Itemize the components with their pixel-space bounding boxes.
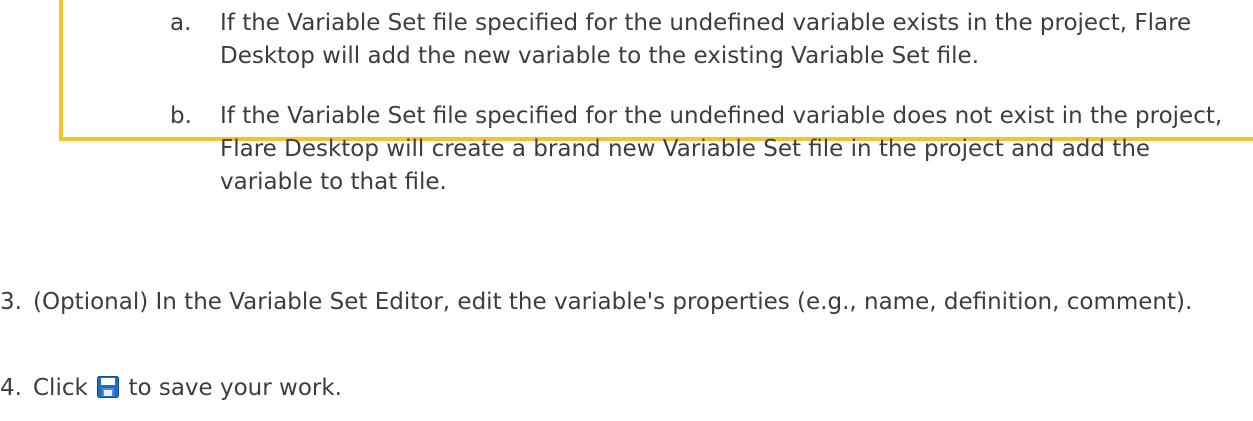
- substep-text: If the Variable Set file specified for t…: [220, 103, 1223, 195]
- step-marker: 3.: [0, 289, 22, 315]
- substep-a: a. If the Variable Set file specified fo…: [170, 7, 1245, 73]
- step-text-before-icon: Click: [33, 375, 88, 401]
- substep-marker: b.: [170, 103, 192, 129]
- step-text: (Optional) In the Variable Set Editor, e…: [33, 289, 1193, 315]
- step-marker: 4.: [0, 375, 22, 401]
- save-icon: [97, 375, 120, 398]
- substep-text: If the Variable Set file specified for t…: [220, 10, 1192, 69]
- step-3: 3. (Optional) In the Variable Set Editor…: [0, 286, 1240, 319]
- step-4: 4. Click to save your work.: [0, 372, 1240, 405]
- step-text: Click to save your work.: [33, 372, 1240, 405]
- step-text-after-icon: to save your work.: [128, 375, 342, 401]
- substep-marker: a.: [170, 10, 192, 36]
- substep-b: b. If the Variable Set file specified fo…: [170, 100, 1245, 199]
